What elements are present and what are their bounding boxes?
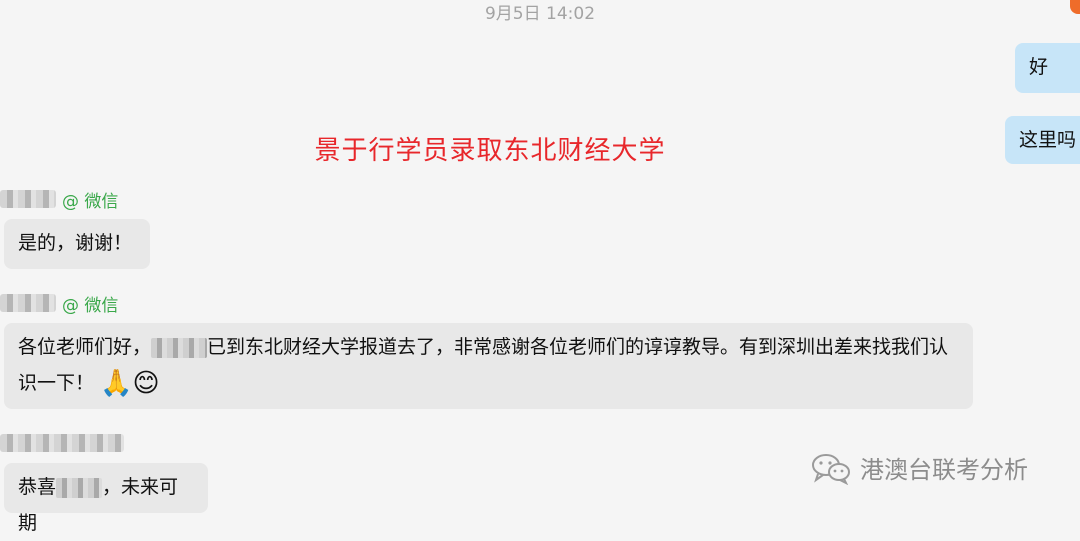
redacted-name [0, 294, 56, 312]
message-text: 这里吗 [1019, 129, 1077, 151]
redacted-name [56, 477, 103, 498]
wechat-logo-icon [812, 453, 850, 485]
smiling-face-emoji: 😊 [132, 368, 160, 399]
admission-banner: 景于行学员录取东北财经大学 [314, 136, 666, 166]
sender-line: @ 微信 [0, 186, 118, 212]
redacted-name [0, 434, 124, 452]
message-bubble-left[interactable]: 恭喜 ，未来可期 [4, 463, 208, 534]
sender-source: @ 微信 [62, 191, 119, 212]
redacted-name [151, 337, 208, 358]
message-bubble-left[interactable]: 是的，谢谢！ [4, 219, 150, 269]
watermark-text: 港澳台联考分析 [860, 456, 1028, 484]
sender-line [0, 430, 130, 456]
message-text-start: 恭喜 [18, 476, 57, 498]
message-text: 是的，谢谢！ [18, 232, 133, 254]
timestamp: 9月5日 14:02 [484, 4, 596, 24]
pray-hands-emoji: 🙏 [100, 368, 133, 399]
sender-source: @ 微信 [62, 295, 119, 316]
message-text: 好 [1029, 56, 1049, 78]
message-bubble-left[interactable]: 各位老师们好， 已到东北财经大学报道去了，非常感谢各位老师们的谆谆教导。有到深圳出… [4, 323, 973, 409]
message-bubble-right[interactable]: 这里吗 [1005, 116, 1080, 164]
message-text-start: 各位老师们好， [18, 336, 152, 358]
watermark: 港澳台联考分析 [810, 450, 1028, 485]
redacted-name [0, 190, 56, 208]
sender-line: @ 微信 [0, 290, 118, 316]
message-bubble-right[interactable]: 好 [1015, 43, 1080, 93]
